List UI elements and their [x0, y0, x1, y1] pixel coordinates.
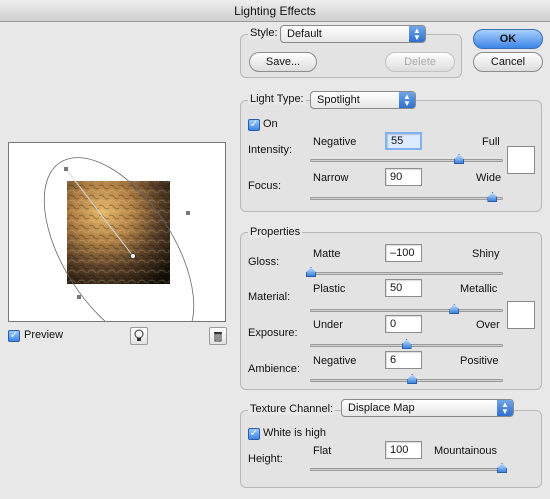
intensity-input[interactable]: 55 [385, 132, 422, 150]
ambience-label: Ambience: [248, 363, 300, 375]
gloss-min-label: Matte [313, 248, 341, 260]
material-input[interactable]: 50 [385, 279, 422, 297]
cancel-button[interactable]: Cancel [473, 52, 543, 72]
light-center-handle [130, 253, 136, 259]
exposure-slider-track[interactable] [310, 339, 503, 349]
intensity-slider-track[interactable] [310, 154, 503, 164]
white-is-high-label: White is high [263, 427, 326, 439]
light-color-swatch[interactable] [507, 146, 535, 174]
material-min-label: Plastic [313, 283, 346, 295]
style-dropdown[interactable]: Default ▲ ▼ [280, 25, 426, 43]
exposure-label: Exposure: [248, 327, 298, 339]
material-max-label: Metallic [460, 283, 498, 295]
preview-canvas[interactable] [8, 142, 226, 322]
light-handle [77, 295, 81, 299]
gloss-input[interactable]: –100 [385, 244, 422, 262]
exposure-min-label: Under [313, 319, 343, 331]
white-is-high-checkbox[interactable]: ✓ [248, 428, 260, 440]
trash-icon [214, 332, 222, 342]
ambience-min-label: Negative [313, 355, 357, 367]
add-light-button[interactable] [130, 327, 148, 345]
ambience-max-label: Positive [460, 355, 499, 367]
light-type-dropdown[interactable]: Spotlight ▲ ▼ [310, 91, 416, 109]
window-title: Lighting Effects [0, 0, 550, 22]
gloss-slider-track[interactable] [306, 267, 503, 277]
light-type-label: Light Type: [248, 93, 306, 105]
exposure-input[interactable]: 0 [385, 315, 422, 333]
intensity-max-label: Full [482, 136, 500, 148]
focus-label: Focus: [248, 180, 282, 192]
gloss-max-label: Shiny [472, 248, 500, 260]
exposure-max-label: Over [476, 319, 500, 331]
delete-light-button[interactable] [209, 327, 227, 345]
focus-min-label: Narrow [313, 172, 349, 184]
style-label: Style: [248, 27, 280, 39]
ok-button[interactable]: OK [473, 29, 543, 49]
dropdown-arrow-icon: ▲ ▼ [497, 400, 513, 416]
height-slider-track[interactable] [310, 463, 507, 473]
ambience-input[interactable]: 6 [385, 351, 422, 369]
focus-max-label: Wide [476, 172, 502, 184]
focus-slider-track[interactable] [310, 192, 503, 202]
material-slider-track[interactable] [310, 304, 503, 314]
height-min-label: Flat [313, 445, 332, 457]
lightbulb-icon [134, 329, 144, 341]
dropdown-arrow-icon: ▲ ▼ [409, 26, 425, 42]
gloss-label: Gloss: [248, 256, 280, 268]
intensity-min-label: Negative [313, 136, 357, 148]
intensity-label: Intensity: [248, 144, 293, 156]
texture-channel-dropdown[interactable]: Displace Map ▲ ▼ [341, 399, 514, 417]
save-style-button[interactable]: Save... [249, 52, 317, 72]
ambience-slider-track[interactable] [310, 374, 503, 384]
height-max-label: Mountainous [434, 445, 497, 457]
delete-style-button: Delete [385, 52, 455, 72]
dropdown-arrow-icon: ▲ ▼ [399, 92, 415, 108]
light-on-checkbox[interactable]: ✓ [248, 119, 260, 131]
light-handle [64, 167, 68, 171]
preview-label: Preview [24, 329, 64, 341]
light-handle [186, 211, 190, 215]
light-type-group [240, 100, 542, 212]
ambient-color-swatch[interactable] [507, 301, 535, 329]
material-label: Material: [248, 291, 291, 303]
focus-input[interactable]: 90 [385, 168, 422, 186]
height-label: Height: [248, 453, 283, 465]
texture-channel-label: Texture Channel: [248, 403, 336, 415]
height-input[interactable]: 100 [385, 441, 422, 459]
properties-title: Properties [248, 226, 303, 238]
preview-checkbox[interactable]: ✓ [8, 330, 20, 342]
light-on-label: On [263, 118, 278, 130]
